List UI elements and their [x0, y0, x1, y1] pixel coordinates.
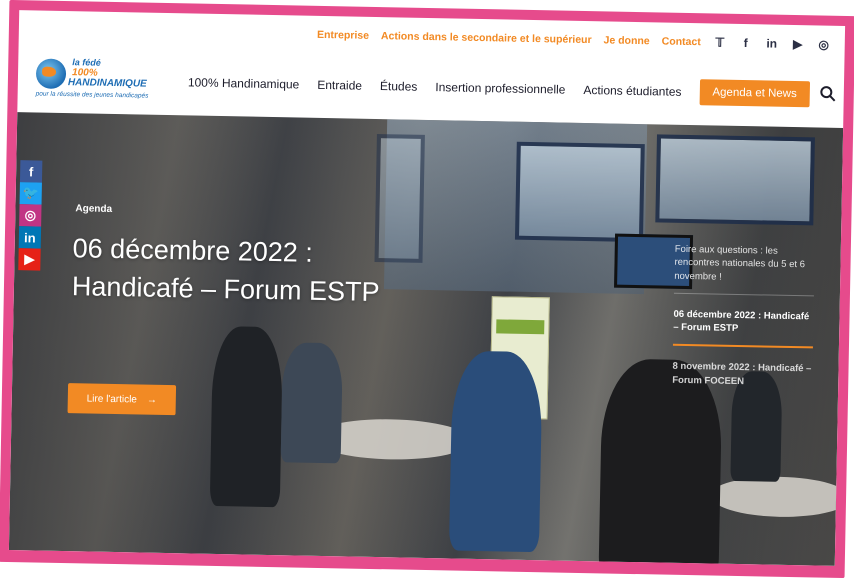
- hero-category: Agenda: [75, 203, 113, 215]
- facebook-icon[interactable]: f: [19, 160, 43, 183]
- nav-item-insertion[interactable]: Insertion professionnelle: [435, 80, 565, 96]
- read-article-label: Lire l'article: [86, 392, 138, 405]
- toplink-contact[interactable]: Contact: [662, 35, 701, 48]
- agenda-news-button[interactable]: Agenda et News: [699, 79, 811, 108]
- logo-line-1: la fédé: [72, 57, 101, 68]
- globe-icon: [35, 58, 67, 90]
- window: [655, 134, 815, 226]
- instagram-icon[interactable]: ◎: [19, 204, 42, 227]
- window: [514, 141, 645, 243]
- toplink-je-donne[interactable]: Je donne: [603, 34, 649, 47]
- toplink-actions[interactable]: Actions dans le secondaire et le supérie…: [381, 30, 592, 46]
- nav-item-100-handinamique[interactable]: 100% Handinamique: [188, 75, 300, 91]
- nav-menu: 100% Handinamique Entraide Études Insert…: [187, 51, 682, 122]
- list-item[interactable]: Foire aux questions : les rencontres nat…: [673, 242, 815, 297]
- instagram-icon[interactable]: ◎: [817, 37, 831, 51]
- list-item[interactable]: 06 décembre 2022 : Handicafé – Forum EST…: [672, 307, 814, 349]
- read-article-button[interactable]: Lire l'article →: [67, 383, 177, 416]
- youtube-icon[interactable]: ▶: [18, 248, 41, 271]
- youtube-icon[interactable]: ▶: [791, 37, 805, 51]
- nav-item-actions-etudiantes[interactable]: Actions étudiantes: [583, 83, 681, 99]
- nav-item-etudes[interactable]: Études: [380, 79, 418, 94]
- news-list: Foire aux questions : les rencontres nat…: [672, 242, 815, 414]
- logo-line-3: HANDINAMIQUE: [67, 77, 147, 90]
- twitter-icon[interactable]: 𝕋: [713, 35, 727, 49]
- facebook-icon[interactable]: f: [739, 36, 753, 50]
- list-item[interactable]: 8 novembre 2022 : Handicafé – Forum FOCE…: [672, 360, 813, 399]
- toplink-entreprise[interactable]: Entreprise: [317, 29, 369, 42]
- person: [280, 342, 343, 464]
- twitter-icon[interactable]: 🐦: [19, 182, 42, 205]
- linkedin-icon[interactable]: in: [765, 36, 779, 50]
- site-logo[interactable]: la fédé 100% HANDINAMIQUE pour la réussi…: [31, 54, 152, 106]
- linkedin-icon[interactable]: in: [18, 226, 42, 249]
- hero-title[interactable]: 06 décembre 2022 : Handicafé – Forum EST…: [72, 229, 383, 312]
- browser-page: Entreprise Actions dans le secondaire et…: [8, 10, 846, 566]
- person: [448, 350, 543, 553]
- arrow-right-icon: →: [146, 394, 158, 406]
- search-icon[interactable]: [820, 86, 836, 102]
- table: [709, 475, 844, 519]
- person: [209, 325, 284, 508]
- hero-banner: Agenda 06 décembre 2022 : Handicafé – Fo…: [8, 112, 844, 566]
- nav-item-entraide[interactable]: Entraide: [317, 78, 362, 93]
- social-sidebar: f 🐦 ◎ in ▶: [18, 160, 43, 271]
- logo-tagline: pour la réussite des jeunes handicapés: [35, 90, 149, 100]
